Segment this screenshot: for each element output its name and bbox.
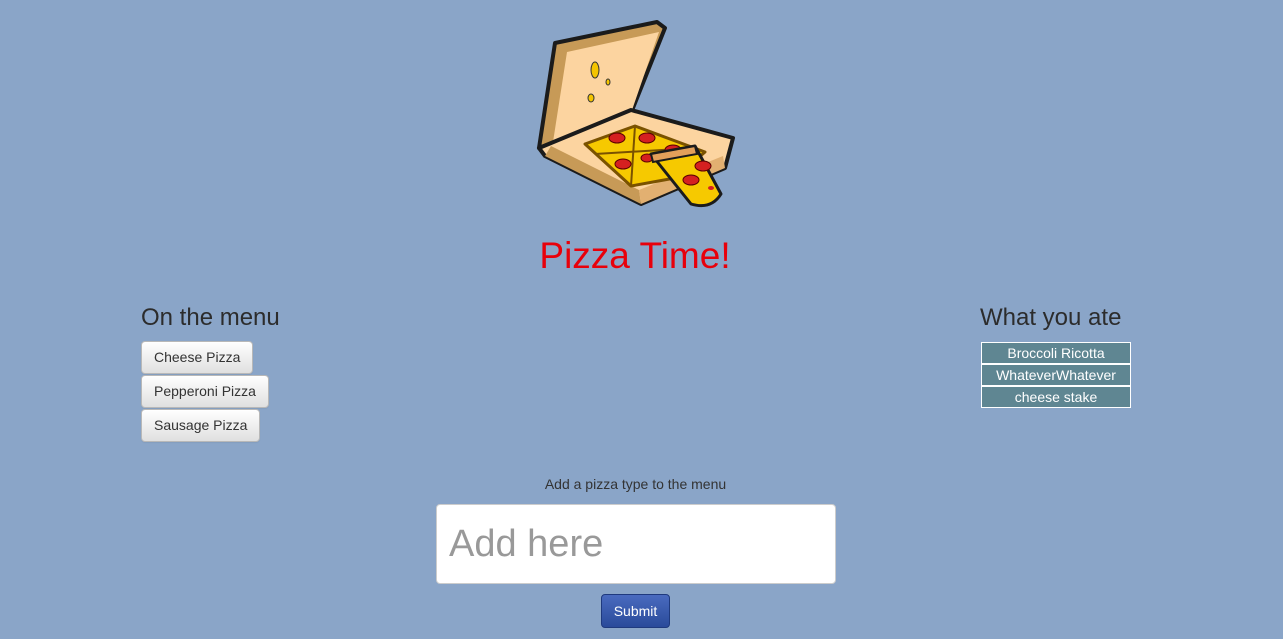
menu-item-button[interactable]: Sausage Pizza bbox=[141, 409, 261, 442]
menu-section: On the menu Cheese Pizza Pepperoni Pizza… bbox=[141, 303, 280, 443]
eaten-section: What you ate Broccoli Ricotta WhateverWh… bbox=[980, 303, 1131, 408]
eaten-item: cheese stake bbox=[981, 386, 1131, 408]
menu-heading: On the menu bbox=[141, 304, 280, 331]
eaten-item: WhateverWhatever bbox=[981, 364, 1131, 386]
menu-item-button[interactable]: Pepperoni Pizza bbox=[141, 375, 269, 408]
page-title: Pizza Time! bbox=[539, 235, 731, 276]
page: Pizza Time! On the menu Cheese Pizza Pep… bbox=[0, 0, 1283, 639]
eaten-item: Broccoli Ricotta bbox=[981, 342, 1131, 364]
add-pizza-label: Add a pizza type to the menu bbox=[544, 476, 727, 492]
pizza-box-icon bbox=[535, 18, 739, 212]
add-pizza-input[interactable] bbox=[436, 504, 836, 584]
menu-item-button[interactable]: Cheese Pizza bbox=[141, 341, 254, 374]
submit-button[interactable]: Submit bbox=[601, 594, 670, 628]
eaten-heading: What you ate bbox=[980, 304, 1122, 331]
